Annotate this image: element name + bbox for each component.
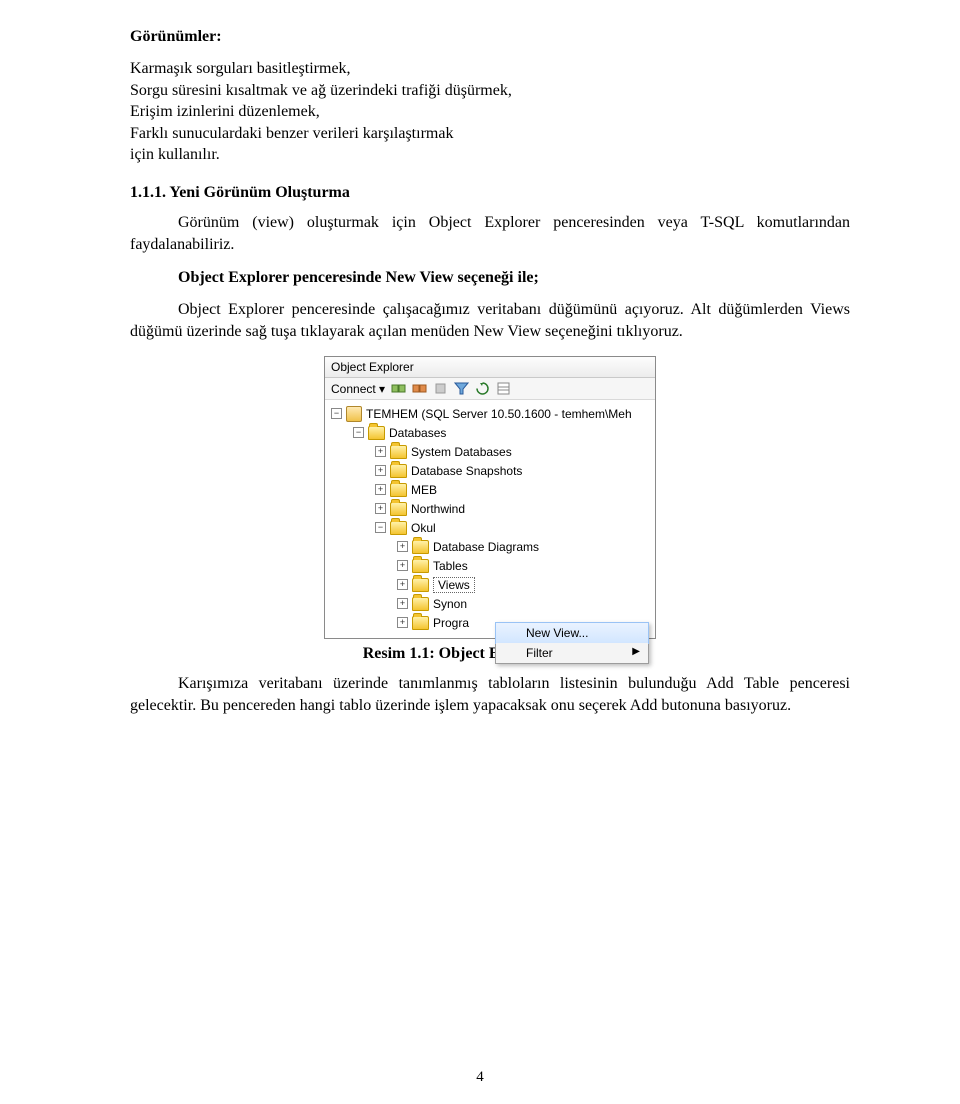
folder-icon [390,445,407,459]
folder-icon [390,521,407,535]
tree-label: Tables [433,559,468,573]
tree-root[interactable]: − TEMHEM (SQL Server 10.50.1600 - temhem… [329,404,651,423]
tree-label: Database Snapshots [411,464,522,478]
disconnect-icon[interactable] [412,381,427,396]
expand-icon[interactable]: + [397,617,408,628]
refresh-icon[interactable] [475,381,490,396]
subsection-number: 1.1.1. Yeni Görünüm Oluşturma [130,184,850,202]
tree-label: System Databases [411,445,512,459]
tree-snapshots[interactable]: + Database Snapshots [329,461,651,480]
menu-label: New View... [526,626,588,640]
expand-icon[interactable]: + [375,484,386,495]
connect-dropdown[interactable]: Connect ▾ [331,382,385,396]
folder-icon [368,426,385,440]
menu-new-view[interactable]: New View... [495,622,649,644]
tree-label: Database Diagrams [433,540,539,554]
tree-views[interactable]: + Views [329,575,651,594]
tree-databases[interactable]: − Databases [329,423,651,442]
tree-view: − TEMHEM (SQL Server 10.50.1600 - temhem… [325,400,655,638]
paragraph-3: Karışımıza veritabanı üzerinde tanımlanm… [130,673,850,716]
folder-icon [390,502,407,516]
tree-tables[interactable]: + Tables [329,556,651,575]
expand-icon[interactable]: + [397,560,408,571]
tree-diagrams[interactable]: + Database Diagrams [329,537,651,556]
expand-icon[interactable]: + [397,598,408,609]
tree-meb[interactable]: + MEB [329,480,651,499]
collapse-icon[interactable]: − [375,522,386,533]
bold-subheading: Object Explorer penceresinde New View se… [130,269,850,287]
stop-icon [433,381,448,396]
paragraph-2: Object Explorer penceresinde çalışacağım… [130,299,850,342]
tree-label-selected: Views [433,577,475,593]
folder-icon [412,540,429,554]
folder-icon [390,483,407,497]
tree-label: Synon [433,597,467,611]
section-heading: Görünümler: [130,28,850,46]
properties-icon[interactable] [496,381,511,396]
tree-system-databases[interactable]: + System Databases [329,442,651,461]
panel-title: Object Explorer [325,357,655,378]
tree-label: TEMHEM (SQL Server 10.50.1600 - temhem\M… [366,407,632,421]
tree-synonyms[interactable]: + Synon [329,594,651,613]
tree-okul[interactable]: − Okul [329,518,651,537]
expand-icon[interactable]: + [375,465,386,476]
expand-icon[interactable]: + [375,446,386,457]
submenu-arrow-icon: ▶ [632,646,640,657]
tree-label: Northwind [411,502,465,516]
collapse-icon[interactable]: − [353,427,364,438]
collapse-icon[interactable]: − [331,408,342,419]
expand-icon[interactable]: + [397,541,408,552]
expand-icon[interactable]: + [375,503,386,514]
tree-label: Okul [411,521,436,535]
page-number: 4 [0,1069,960,1086]
object-explorer-screenshot: Object Explorer Connect ▾ [324,356,656,639]
server-icon [346,406,362,422]
tree-northwind[interactable]: + Northwind [329,499,651,518]
folder-icon [412,559,429,573]
folder-icon [412,597,429,611]
toolbar: Connect ▾ [325,378,655,400]
tree-label: Progra [433,616,469,630]
tree-label: MEB [411,483,437,497]
menu-filter[interactable]: Filter ▶ [496,643,648,663]
expand-icon[interactable]: + [397,579,408,590]
folder-icon [412,616,429,630]
filter-icon[interactable] [454,381,469,396]
tree-label: Databases [389,426,446,440]
folder-icon [412,578,429,592]
folder-icon [390,464,407,478]
context-menu: New View... Filter ▶ [495,622,649,664]
bullet-list: Karmaşık sorguları basitleştirmek, Sorgu… [130,58,850,166]
figure-caption: Resim 1.1: Object Explorer penceresi [130,645,850,663]
paragraph-1: Görünüm (view) oluşturmak için Object Ex… [130,212,850,255]
connect-icon[interactable] [391,381,406,396]
menu-label: Filter [526,646,553,660]
